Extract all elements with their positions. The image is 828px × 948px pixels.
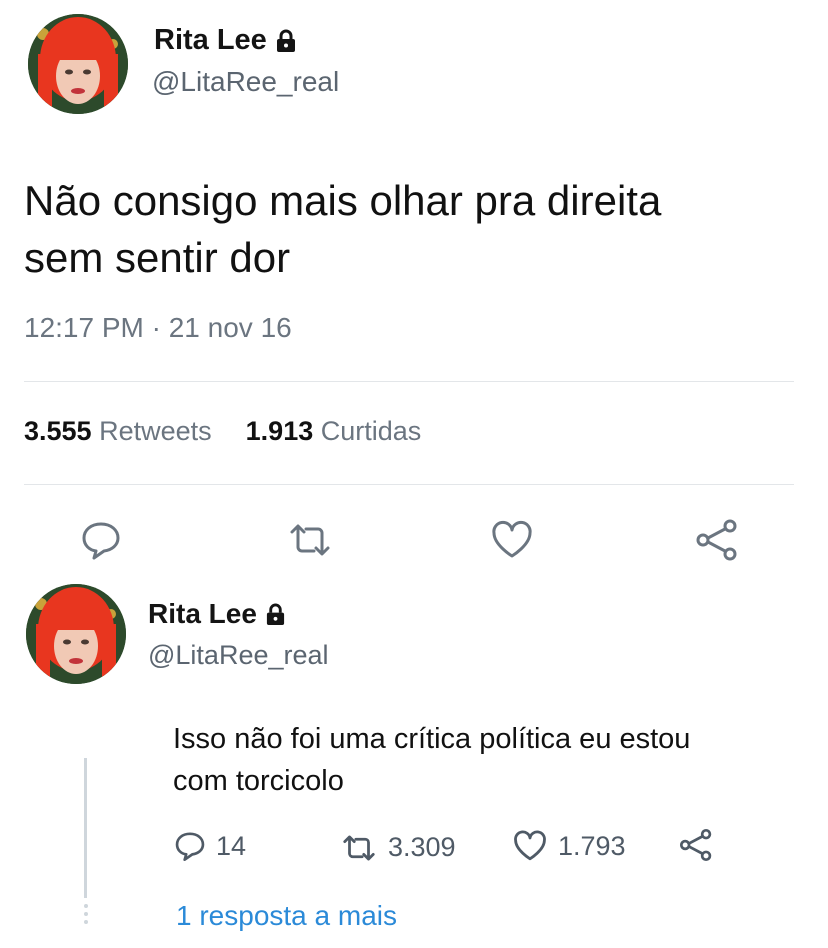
- likes-count: 1.913: [245, 416, 314, 446]
- thread-dot: [84, 920, 88, 924]
- divider: [24, 381, 794, 382]
- reply-retweet-button[interactable]: 3.309: [340, 832, 456, 863]
- retweet-icon: [340, 833, 378, 863]
- retweet-button[interactable]: [286, 522, 334, 558]
- reply-author-handle[interactable]: @LitaRee_real: [148, 640, 329, 671]
- more-replies-link[interactable]: 1 resposta a mais: [176, 900, 397, 932]
- reply-count: 14: [216, 830, 247, 861]
- reply-share-button[interactable]: [678, 828, 714, 862]
- reply-icon: [174, 830, 206, 862]
- thread-dot: [84, 904, 88, 908]
- like-button[interactable]: [490, 520, 534, 560]
- avatar[interactable]: [28, 14, 128, 114]
- like-count: 1.793: [558, 830, 626, 861]
- reply-author-name-text: Rita Lee: [148, 598, 257, 629]
- divider: [24, 484, 794, 485]
- tweet-stats: 3.555 Retweets 1.913 Curtidas: [24, 416, 421, 447]
- tweet-text-line: Não consigo mais olhar pra direita: [24, 177, 662, 224]
- reply-avatar[interactable]: [26, 584, 126, 684]
- author-handle[interactable]: @LitaRee_real: [152, 66, 339, 98]
- like-icon: [490, 520, 534, 560]
- share-icon: [694, 518, 740, 562]
- lock-icon: [265, 603, 286, 626]
- likes-stat[interactable]: 1.913 Curtidas: [246, 416, 422, 447]
- reply-icon: [80, 520, 122, 560]
- tweet-timestamp[interactable]: 12:17 PM · 21 nov 16: [24, 312, 292, 344]
- share-icon: [678, 828, 714, 862]
- tweet-text: Não consigo mais olhar pra direita sem s…: [24, 172, 814, 286]
- author-name-text: Rita Lee: [154, 24, 267, 56]
- retweets-stat[interactable]: 3.555 Retweets: [24, 416, 212, 447]
- author-name[interactable]: Rita Lee: [154, 24, 297, 57]
- tweet-text-line: sem sentir dor: [24, 234, 291, 281]
- reply-author-name[interactable]: Rita Lee: [148, 598, 286, 630]
- thread-line: [84, 758, 87, 898]
- likes-label: Curtidas: [320, 416, 422, 446]
- retweet-icon: [286, 522, 334, 558]
- thread-dot: [84, 912, 88, 916]
- reply-text-line: com torcicolo: [173, 765, 344, 797]
- retweets-count: 3.555: [24, 416, 92, 446]
- like-icon: [512, 830, 548, 862]
- retweets-label: Retweets: [99, 416, 212, 446]
- reply-reply-button[interactable]: 14: [174, 830, 246, 862]
- reply-text: Isso não foi uma crítica política eu est…: [173, 718, 793, 802]
- share-button[interactable]: [694, 518, 740, 562]
- reply-like-button[interactable]: 1.793: [512, 830, 626, 862]
- retweet-count: 3.309: [388, 832, 456, 862]
- reply-text-line: Isso não foi uma crítica política eu est…: [173, 723, 691, 755]
- lock-icon: [275, 29, 297, 53]
- reply-button[interactable]: [80, 520, 122, 560]
